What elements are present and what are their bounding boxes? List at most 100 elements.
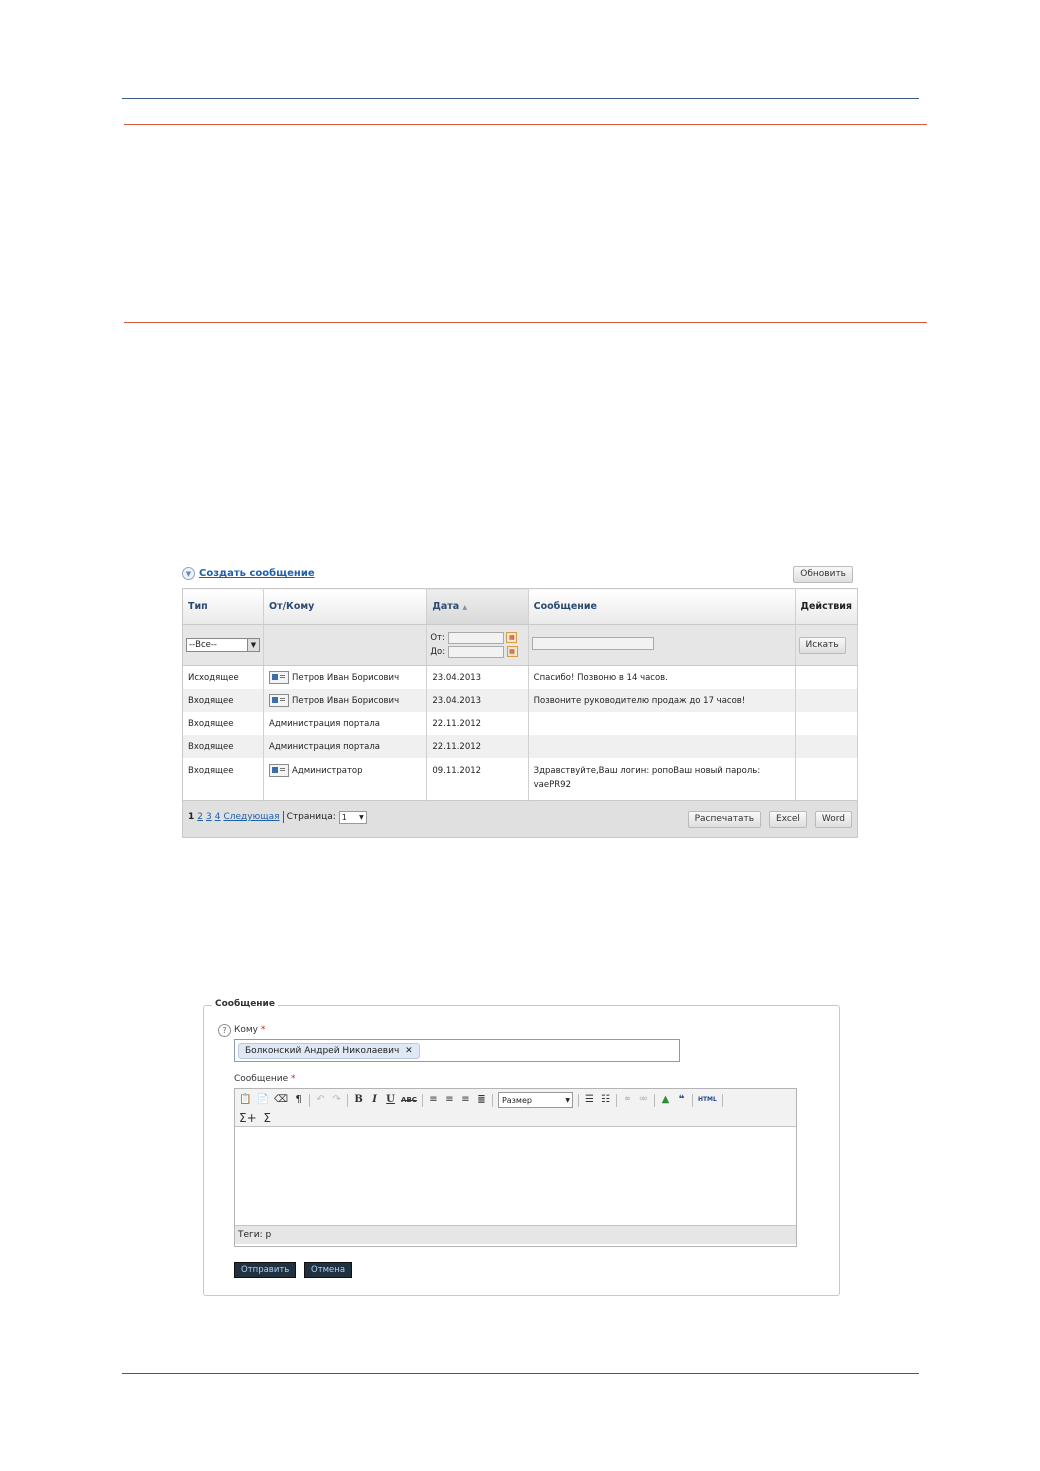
column-date[interactable]: Дата ▲ xyxy=(426,588,529,625)
next-page-link[interactable]: Следующая xyxy=(223,812,279,822)
contact-name: Администратор xyxy=(292,766,363,776)
calendar-icon[interactable]: ▦ xyxy=(506,632,518,643)
quote-icon[interactable]: ❝ xyxy=(676,1093,687,1107)
table-row[interactable]: Исходящее Петров Иван Борисович 23.04.20… xyxy=(182,665,859,689)
column-message[interactable]: Сообщение xyxy=(528,588,796,625)
table-row[interactable]: Входящее Администратор 09.11.2012 Здравс… xyxy=(182,758,859,801)
contact-card-icon[interactable] xyxy=(269,764,289,777)
remove-icon[interactable]: ✕ xyxy=(405,1046,413,1056)
link-icon[interactable]: ⚭ xyxy=(622,1093,633,1107)
pagination: 1 2 3 4 Следующая Страница: 1 ▼ xyxy=(188,810,688,824)
print-button[interactable]: Распечатать xyxy=(687,810,762,828)
send-button[interactable]: Отправить xyxy=(234,1262,297,1278)
row-date: 09.11.2012 xyxy=(426,758,529,801)
compose-form: Сообщение ? Кому * Болконский Андрей Ник… xyxy=(203,999,840,1296)
contact-card-icon[interactable] xyxy=(269,694,289,707)
bold-icon[interactable]: B xyxy=(353,1093,364,1107)
pager-divider xyxy=(282,811,284,823)
row-actions xyxy=(795,665,859,689)
row-type: Входящее xyxy=(182,758,264,801)
create-message-link[interactable]: ▼ Создать сообщение xyxy=(182,567,315,580)
page-link-3[interactable]: 3 xyxy=(206,812,212,822)
italic-icon[interactable]: I xyxy=(369,1093,380,1107)
type-filter-select[interactable]: --Все-- ▼ xyxy=(186,638,260,652)
font-size-value: Размер xyxy=(501,1095,532,1105)
message-editor-area[interactable] xyxy=(235,1127,796,1225)
separator xyxy=(615,1093,617,1107)
page-label: Страница: xyxy=(286,812,336,822)
undo-icon[interactable]: ↶ xyxy=(315,1093,326,1107)
contact-card-icon[interactable] xyxy=(269,671,289,684)
message-filter-input[interactable] xyxy=(531,637,654,650)
date-from-input[interactable] xyxy=(447,631,504,644)
row-type: Входящее xyxy=(182,712,264,735)
row-actions xyxy=(795,758,859,801)
underline-icon[interactable]: U xyxy=(385,1093,396,1107)
page-link-2[interactable]: 2 xyxy=(197,812,203,822)
unlink-icon[interactable]: ⚮ xyxy=(638,1093,649,1107)
row-actions xyxy=(795,735,859,758)
required-mark: * xyxy=(260,1025,266,1035)
column-type[interactable]: Тип xyxy=(182,588,264,625)
font-size-select[interactable]: Размер ▼ xyxy=(497,1092,573,1108)
table-row[interactable]: Входящее Петров Иван Борисович 23.04.201… xyxy=(182,689,859,712)
recipient-field[interactable]: Болконский Андрей Николаевич ✕ xyxy=(234,1039,680,1062)
help-icon[interactable]: ? xyxy=(218,1024,231,1037)
eraser-icon[interactable]: ⌫ xyxy=(274,1093,288,1107)
row-contact: Петров Иван Борисович xyxy=(263,689,428,712)
numbered-list-icon[interactable]: ☷ xyxy=(600,1093,611,1107)
align-center-icon[interactable]: ≡ xyxy=(444,1093,455,1107)
page-select[interactable]: 1 ▼ xyxy=(338,810,367,824)
message-label: Сообщение * xyxy=(234,1074,296,1084)
create-message-label: Создать сообщение xyxy=(199,568,315,579)
calendar-icon[interactable]: ▦ xyxy=(506,646,518,657)
align-justify-icon[interactable]: ≣ xyxy=(476,1093,487,1107)
export-buttons: Распечатать Excel Word xyxy=(687,810,852,828)
refresh-button[interactable]: Обновить xyxy=(793,566,853,583)
contact-name: Петров Иван Борисович xyxy=(292,673,400,683)
page-link-4[interactable]: 4 xyxy=(215,812,221,822)
separator xyxy=(691,1093,693,1107)
table-row[interactable]: Входящее Администрация портала 22.11.201… xyxy=(182,735,859,758)
table-row[interactable]: Входящее Администрация портала 22.11.201… xyxy=(182,712,859,735)
separator xyxy=(721,1093,723,1107)
row-message: Здравствуйте,Ваш логин: ропоВаш новый па… xyxy=(528,758,796,801)
strikethrough-icon[interactable]: ABC xyxy=(401,1093,417,1107)
recipient-name: Болконский Андрей Николаевич xyxy=(245,1046,400,1056)
image-icon[interactable]: ▲ xyxy=(660,1093,671,1107)
date-to-input[interactable] xyxy=(447,645,504,658)
red-rule-top xyxy=(124,124,927,125)
word-button[interactable]: Word xyxy=(814,810,852,828)
dropdown-arrow-icon: ▼ xyxy=(359,813,364,821)
page-current: 1 xyxy=(188,812,195,822)
excel-button[interactable]: Excel xyxy=(769,810,807,828)
dropdown-arrow-icon: ▼ xyxy=(247,639,259,651)
paste-word-icon[interactable]: 📄 xyxy=(256,1093,268,1107)
date-from-label: От: xyxy=(430,633,445,643)
row-type: Входящее xyxy=(182,689,264,712)
cancel-button[interactable]: Отмена xyxy=(304,1262,353,1278)
column-contact[interactable]: От/Кому xyxy=(263,588,428,625)
messages-table: Тип От/Кому Дата ▲ Сообщение Действия --… xyxy=(182,588,859,838)
formula-add-icon[interactable]: Σ+ xyxy=(239,1111,257,1125)
pilcrow-icon[interactable]: ¶ xyxy=(293,1093,304,1107)
search-button[interactable]: Искать xyxy=(798,636,846,654)
row-type: Входящее xyxy=(182,735,264,758)
formula-icon[interactable]: Σ xyxy=(262,1111,273,1125)
to-label: Кому * xyxy=(234,1025,265,1035)
paste-icon[interactable]: 📋 xyxy=(239,1093,251,1107)
align-right-icon[interactable]: ≡ xyxy=(460,1093,471,1107)
row-actions xyxy=(795,712,859,735)
row-contact: Администрация портала xyxy=(263,712,428,735)
separator xyxy=(347,1093,349,1107)
html-source-icon[interactable]: HTML xyxy=(698,1093,717,1107)
dropdown-arrow-icon: ▼ xyxy=(565,1096,570,1104)
bullet-list-icon[interactable]: ☰ xyxy=(584,1093,595,1107)
row-contact: Петров Иван Борисович xyxy=(263,665,428,689)
row-date: 22.11.2012 xyxy=(426,712,529,735)
row-message: Позвоните руководителю продаж до 17 часо… xyxy=(528,689,796,712)
date-to-filter: До: ▦ xyxy=(430,645,524,659)
redo-icon[interactable]: ↷ xyxy=(331,1093,342,1107)
date-to-label: До: xyxy=(430,647,446,657)
align-left-icon[interactable]: ≡ xyxy=(428,1093,439,1107)
